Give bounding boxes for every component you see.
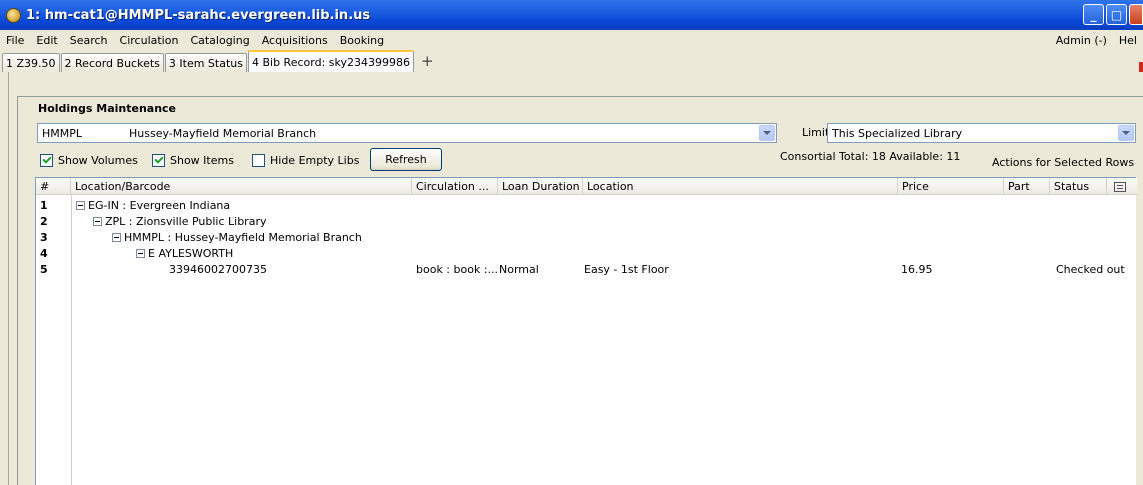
- library-name: Hussey-Mayfield Memorial Branch: [129, 126, 317, 140]
- show-items-checkbox[interactable]: Show Items: [152, 150, 234, 170]
- show-items-label: Show Items: [170, 153, 234, 167]
- show-volumes-checkbox[interactable]: Show Volumes: [40, 150, 138, 170]
- tab-item-status[interactable]: 3 Item Status: [164, 53, 247, 72]
- window-title: 1: hm-cat1@HMMPL-sarahc.evergreen.lib.in…: [26, 7, 371, 23]
- collapse-icon[interactable]: [136, 249, 145, 258]
- table-header: # Location/Barcode Circulation ... Loan …: [36, 178, 1137, 195]
- checkbox-icon[interactable]: [40, 153, 53, 167]
- column-picker-icon[interactable]: [1114, 181, 1126, 192]
- col-location-barcode[interactable]: Location/Barcode: [71, 178, 412, 195]
- add-tab-button[interactable]: +: [421, 52, 434, 70]
- node-label: E AYLESWORTH: [148, 247, 234, 260]
- menu-cataloging[interactable]: Cataloging: [184, 34, 255, 47]
- consortial-totals: Consortial Total: 18 Available: 11: [780, 150, 961, 163]
- chevron-down-icon[interactable]: [759, 125, 775, 141]
- tab-z3950[interactable]: 1 Z39.50: [2, 53, 60, 72]
- col-circulation[interactable]: Circulation ...: [412, 178, 498, 195]
- menu-bar: File Edit Search Circulation Cataloging …: [0, 30, 1143, 50]
- item-status: Checked out: [1056, 263, 1125, 276]
- circulation-modifier: book : book :...: [416, 263, 499, 276]
- row-number: 5: [40, 263, 48, 276]
- library-code: HMMPL: [42, 126, 83, 140]
- limit-value: This Specialized Library: [832, 126, 963, 140]
- menu-booking[interactable]: Booking: [334, 34, 390, 47]
- table-row[interactable]: 4 E AYLESWORTH: [36, 246, 1137, 262]
- item-barcode: 33946002700735: [169, 263, 267, 276]
- chevron-down-icon[interactable]: [1118, 125, 1134, 141]
- table-row[interactable]: 1 EG-IN : Evergreen Indiana: [36, 198, 1137, 214]
- collapse-icon[interactable]: [112, 233, 121, 242]
- shelving-location: Easy - 1st Floor: [584, 263, 669, 276]
- checkbox-icon[interactable]: [252, 153, 265, 167]
- library-select[interactable]: HMMPL Hussey-Mayfield Memorial Branch: [37, 123, 777, 143]
- menu-edit[interactable]: Edit: [30, 34, 63, 47]
- app-icon: [6, 7, 21, 23]
- row-number: 3: [40, 231, 48, 244]
- node-label: HMMPL : Hussey-Mayfield Memorial Branch: [124, 231, 362, 244]
- refresh-button[interactable]: Refresh: [370, 148, 442, 171]
- tab-record-buckets[interactable]: 2 Record Buckets: [60, 53, 164, 72]
- menu-help[interactable]: Hel: [1113, 34, 1143, 47]
- table-row[interactable]: 5 33946002700735 book : book :... Normal…: [36, 262, 1137, 278]
- col-loan-duration[interactable]: Loan Duration: [498, 178, 583, 195]
- tree-node: HMMPL : Hussey-Mayfield Memorial Branch: [112, 231, 362, 244]
- menu-circulation[interactable]: Circulation: [114, 34, 185, 47]
- close-button[interactable]: [1129, 4, 1143, 25]
- menu-file[interactable]: File: [0, 34, 30, 47]
- limit-select[interactable]: This Specialized Library: [827, 123, 1136, 143]
- tree-node: E AYLESWORTH: [136, 247, 233, 260]
- tab-bib-record[interactable]: 4 Bib Record: sky234399986: [247, 50, 414, 72]
- item-price: 16.95: [901, 263, 933, 276]
- title-bar: 1: hm-cat1@HMMPL-sarahc.evergreen.lib.in…: [0, 0, 1143, 30]
- holdings-tree[interactable]: # Location/Barcode Circulation ... Loan …: [35, 177, 1137, 485]
- section-title: Holdings Maintenance: [38, 102, 177, 115]
- col-location[interactable]: Location: [583, 178, 898, 195]
- tree-node: ZPL : Zionsville Public Library: [93, 215, 266, 228]
- show-volumes-label: Show Volumes: [58, 153, 138, 167]
- minimize-button[interactable]: _: [1083, 4, 1104, 25]
- node-label: ZPL : Zionsville Public Library: [105, 215, 267, 228]
- row-number: 2: [40, 215, 48, 228]
- collapse-icon[interactable]: [76, 201, 85, 210]
- node-label: EG-IN : Evergreen Indiana: [88, 199, 231, 212]
- tab-strip: 1 Z39.50 2 Record Buckets 3 Item Status …: [0, 50, 1143, 72]
- menu-admin[interactable]: Admin (-): [1050, 34, 1113, 47]
- table-row[interactable]: 3 HMMPL : Hussey-Mayfield Memorial Branc…: [36, 230, 1137, 246]
- col-number[interactable]: #: [36, 178, 71, 195]
- checkbox-icon[interactable]: [152, 153, 165, 167]
- loan-duration: Normal: [499, 263, 539, 276]
- column-picker[interactable]: [1107, 178, 1137, 195]
- col-price[interactable]: Price: [898, 178, 1004, 195]
- actions-menu[interactable]: Actions for Selected Rows: [992, 156, 1134, 169]
- menu-acquisitions[interactable]: Acquisitions: [256, 34, 334, 47]
- maximize-button[interactable]: □: [1106, 4, 1127, 25]
- col-status[interactable]: Status: [1050, 178, 1107, 195]
- row-number: 1: [40, 199, 48, 212]
- menu-search[interactable]: Search: [64, 34, 114, 47]
- hide-empty-libs-checkbox[interactable]: Hide Empty Libs: [252, 150, 359, 170]
- table-row[interactable]: 2 ZPL : Zionsville Public Library: [36, 214, 1137, 230]
- collapse-icon[interactable]: [93, 217, 102, 226]
- hide-empty-label: Hide Empty Libs: [270, 153, 360, 167]
- tree-node: EG-IN : Evergreen Indiana: [76, 199, 230, 212]
- row-number: 4: [40, 247, 48, 260]
- col-part[interactable]: Part: [1004, 178, 1050, 195]
